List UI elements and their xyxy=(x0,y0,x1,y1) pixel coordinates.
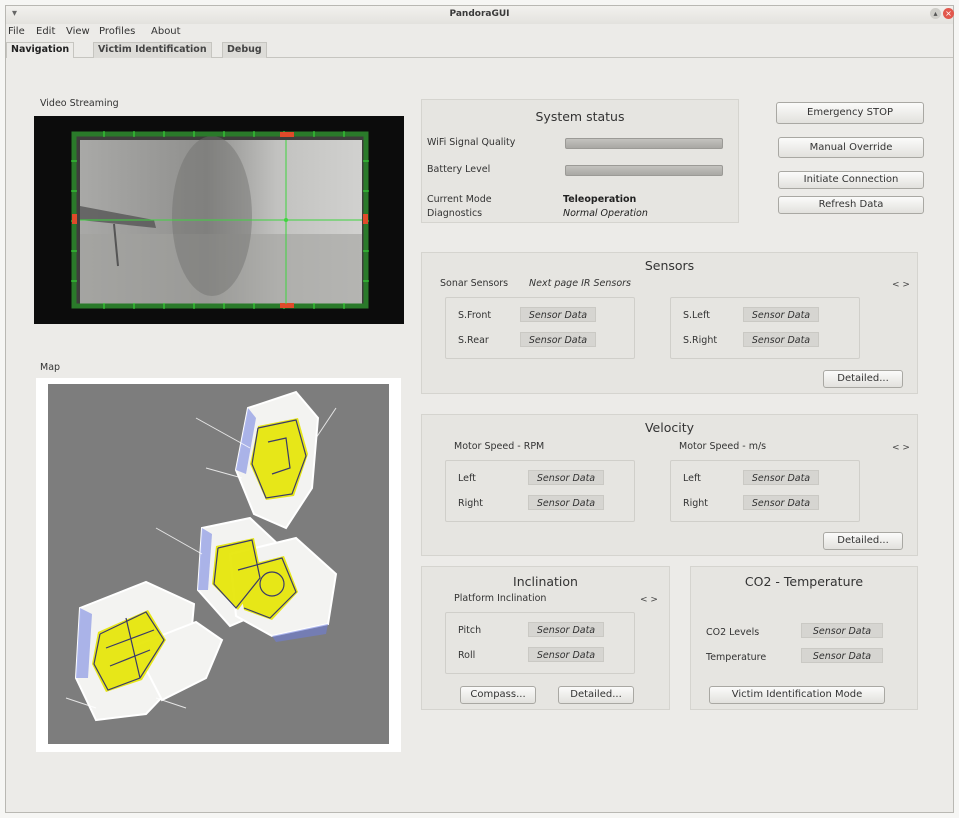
menu-about[interactable]: About xyxy=(151,26,181,37)
maximize-icon[interactable]: ▴ xyxy=(930,8,941,19)
menu-edit[interactable]: Edit xyxy=(36,26,55,37)
s-front-value: Sensor Data xyxy=(520,307,596,322)
ms-left-label: Left xyxy=(683,473,701,484)
diagnostics-label: Diagnostics xyxy=(427,208,483,219)
map-image xyxy=(48,384,389,744)
rpm-right-label: Right xyxy=(458,498,484,509)
sensors-detailed-button[interactable]: Detailed... xyxy=(823,370,903,388)
rpm-left-label: Left xyxy=(458,473,476,484)
co2-levels-value: Sensor Data xyxy=(801,623,883,638)
ms-group: Left Sensor Data Right Sensor Data xyxy=(670,460,860,522)
video-label: Video Streaming xyxy=(40,98,119,109)
inclination-page-arrows[interactable]: < > xyxy=(640,595,658,605)
sensors-title: Sensors xyxy=(644,258,695,273)
title-bar: ▾ PandoraGUI ▴ × xyxy=(6,6,954,24)
battery-label: Battery Level xyxy=(427,164,491,175)
refresh-data-button[interactable]: Refresh Data xyxy=(778,196,924,214)
velocity-detailed-button[interactable]: Detailed... xyxy=(823,532,903,550)
menu-file[interactable]: File xyxy=(8,26,25,37)
tab-debug[interactable]: Debug xyxy=(222,42,267,58)
s-right-label: S.Right xyxy=(683,335,718,346)
menu-profiles[interactable]: Profiles xyxy=(99,26,135,37)
sensors-panel: Sensors Sonar Sensors Next page IR Senso… xyxy=(421,252,918,394)
sonar-sensors-label: Sonar Sensors xyxy=(440,278,509,289)
compass-button[interactable]: Compass... xyxy=(460,686,536,704)
sonar-group-right: S.Left Sensor Data S.Right Sensor Data xyxy=(670,297,860,359)
sensors-page-arrows[interactable]: < > xyxy=(892,280,910,290)
manual-override-button[interactable]: Manual Override xyxy=(778,137,924,158)
diagnostics-value: Normal Operation xyxy=(563,208,648,219)
rpm-left-value: Sensor Data xyxy=(528,470,604,485)
tab-bar: Navigation Victim Identification Debug xyxy=(6,40,953,58)
main-window: ▾ PandoraGUI ▴ × File Edit View Profiles… xyxy=(5,5,954,813)
window-title: PandoraGUI xyxy=(449,9,510,19)
platform-inclination-label: Platform Inclination xyxy=(454,593,547,604)
velocity-title: Velocity xyxy=(644,420,695,435)
mode-value: Teleoperation xyxy=(563,194,637,205)
victim-identification-mode-button[interactable]: Victim Identification Mode xyxy=(709,686,885,704)
emergency-stop-button[interactable]: Emergency STOP xyxy=(776,102,924,124)
video-stream xyxy=(34,116,404,324)
velocity-panel: Velocity Motor Speed - RPM Motor Speed -… xyxy=(421,414,918,556)
pitch-label: Pitch xyxy=(458,625,482,636)
roll-value: Sensor Data xyxy=(528,647,604,662)
tab-navigation[interactable]: Navigation xyxy=(6,42,75,58)
video-image xyxy=(71,131,369,309)
ms-right-value: Sensor Data xyxy=(743,495,819,510)
mode-label: Current Mode xyxy=(427,194,492,205)
velocity-page-arrows[interactable]: < > xyxy=(892,443,910,453)
rpm-right-value: Sensor Data xyxy=(528,495,604,510)
s-rear-label: S.Rear xyxy=(458,335,489,346)
menu-bar: File Edit View Profiles About xyxy=(6,24,953,40)
s-rear-value: Sensor Data xyxy=(520,332,596,347)
temperature-value: Sensor Data xyxy=(801,648,883,663)
menu-view[interactable]: View xyxy=(66,26,90,37)
status-bar xyxy=(6,798,953,812)
next-page-ir-sensors-link[interactable]: Next page IR Sensors xyxy=(529,278,631,289)
roll-label: Roll xyxy=(458,650,476,661)
motor-speed-rpm-label: Motor Speed - RPM xyxy=(454,441,545,452)
inclination-panel: Inclination Platform Inclination < > Pit… xyxy=(421,566,670,710)
co2-levels-label: CO2 Levels xyxy=(706,627,760,638)
inclination-title: Inclination xyxy=(513,574,578,589)
inclination-detailed-button[interactable]: Detailed... xyxy=(558,686,634,704)
wifi-label: WiFi Signal Quality xyxy=(427,137,516,148)
ms-right-label: Right xyxy=(683,498,709,509)
sonar-group-left: S.Front Sensor Data S.Rear Sensor Data xyxy=(445,297,635,359)
ms-left-value: Sensor Data xyxy=(743,470,819,485)
s-front-label: S.Front xyxy=(458,310,492,321)
map-view xyxy=(36,378,401,752)
s-left-value: Sensor Data xyxy=(743,307,819,322)
wifi-signal-bar xyxy=(565,138,723,149)
map-label: Map xyxy=(40,362,61,373)
co2-temperature-panel: CO2 - Temperature CO2 Levels Sensor Data… xyxy=(690,566,918,710)
inclination-group: Pitch Sensor Data Roll Sensor Data xyxy=(445,612,635,674)
s-right-value: Sensor Data xyxy=(743,332,819,347)
s-left-label: S.Left xyxy=(683,310,710,321)
system-status-panel: System status WiFi Signal Quality Batter… xyxy=(421,99,739,223)
co2-temperature-title: CO2 - Temperature xyxy=(744,574,864,589)
battery-level-bar xyxy=(565,165,723,176)
initiate-connection-button[interactable]: Initiate Connection xyxy=(778,171,924,189)
pitch-value: Sensor Data xyxy=(528,622,604,637)
temperature-label: Temperature xyxy=(706,652,767,663)
system-status-title: System status xyxy=(535,109,625,124)
close-icon[interactable]: × xyxy=(943,8,954,19)
rpm-group: Left Sensor Data Right Sensor Data xyxy=(445,460,635,522)
motor-speed-ms-label: Motor Speed - m/s xyxy=(679,441,767,452)
tab-victim-identification[interactable]: Victim Identification xyxy=(93,42,212,58)
